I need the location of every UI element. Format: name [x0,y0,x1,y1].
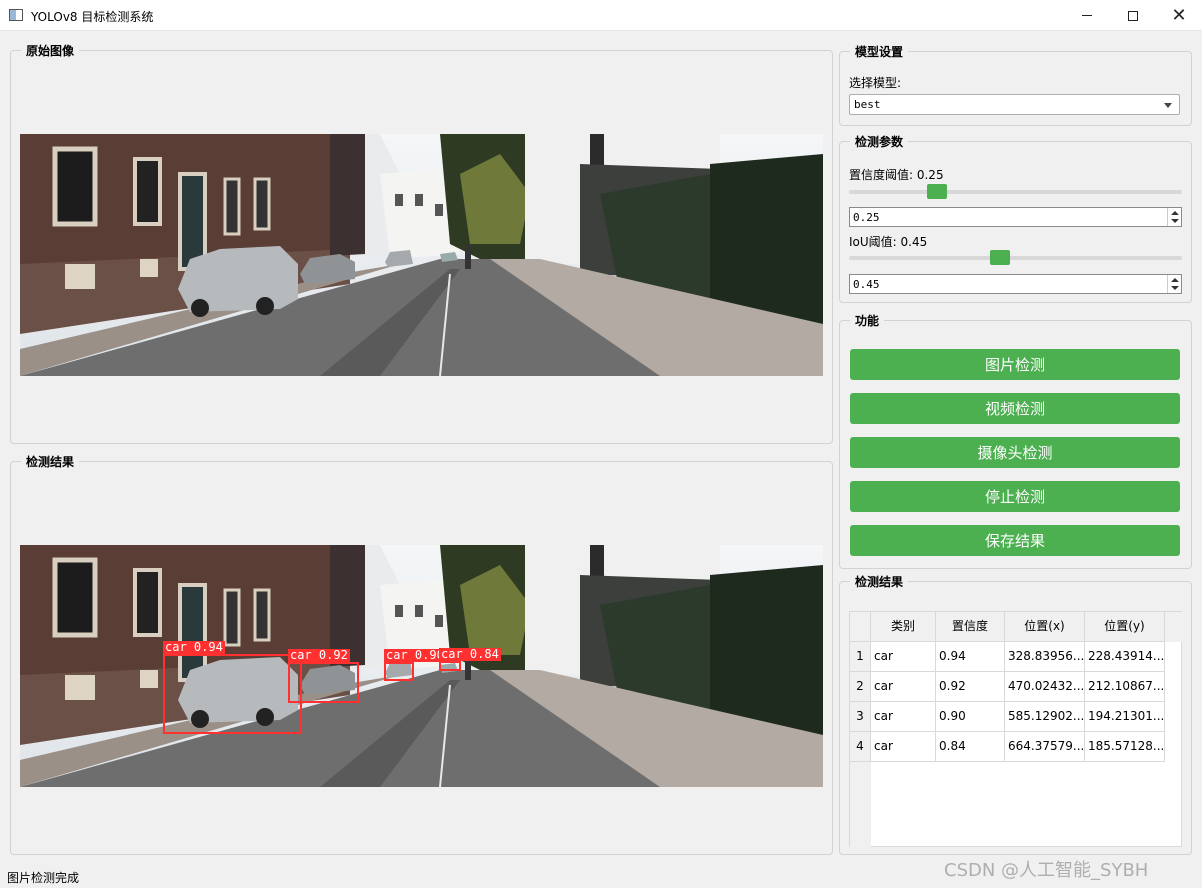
iou-label: IoU阈值: 0.45 [849,235,928,249]
detection-label-1: car 0.94 [163,640,225,654]
detection-box-1 [163,654,302,734]
status-bar-text: 图片检测完成 [7,871,80,885]
iou-value: 0.45 [853,278,880,291]
table-cell[interactable]: 0.92 [936,672,1005,702]
close-button[interactable]: ✕ [1156,0,1202,31]
result-image-title: 检测结果 [21,453,80,470]
table-cell[interactable]: 185.57128... [1085,732,1165,762]
select-model-label: 选择模型: [849,76,902,90]
results-table-title: 检测结果 [850,573,909,590]
confidence-spinbox[interactable]: 0.25 [849,207,1182,227]
video-detect-button[interactable]: 视频检测 [850,393,1180,424]
window-title: YOLOv8 目标检测系统 [31,10,154,24]
table-cell[interactable]: 194.21301... [1085,702,1165,732]
save-results-button[interactable]: 保存结果 [850,525,1180,556]
row-header[interactable]: 2 [850,672,871,702]
row-header[interactable]: 3 [850,702,871,732]
table-cell[interactable]: 585.12902... [1005,702,1085,732]
confidence-slider-handle[interactable] [927,184,948,199]
original-image [20,134,823,376]
result-image: car 0.94 car 0.92 car 0.90 car 0.84 [20,545,823,787]
table-cell[interactable]: 0.90 [936,702,1005,732]
table-cell[interactable]: car [871,732,936,762]
confidence-slider[interactable] [849,183,1182,201]
iou-slider[interactable] [849,249,1182,267]
model-settings-group: 模型设置 选择模型: best [839,43,1192,126]
image-detect-button[interactable]: 图片检测 [850,349,1180,380]
results-table-group: 检测结果 类别 置信度 位置(x) 位置(y) 1 car 0.94 328.8… [839,573,1192,855]
iou-spinbox[interactable]: 0.45 [849,274,1182,294]
maximize-button[interactable] [1110,0,1156,31]
functions-group: 功能 图片检测 视频检测 摄像头检测 停止检测 保存结果 [839,312,1192,569]
table-corner[interactable] [850,612,871,642]
table-cell[interactable]: car [871,702,936,732]
street-scene-result [20,545,823,787]
detection-label-4: car 0.84 [439,647,501,661]
spin-up-icon[interactable] [1171,278,1179,282]
table-cell[interactable]: 470.02432... [1005,672,1085,702]
table-cell[interactable]: 212.10867... [1085,672,1165,702]
table-cell[interactable]: car [871,642,936,672]
row-header[interactable]: 1 [850,642,871,672]
header-confidence[interactable]: 置信度 [936,612,1005,642]
original-image-group: 原始图像 [10,42,833,444]
camera-detect-button[interactable]: 摄像头检测 [850,437,1180,468]
detection-box-4 [439,661,461,671]
detection-params-group: 检测参数 置信度阈值: 0.25 0.25 IoU阈值: 0.45 0.45 [839,133,1192,303]
spin-up-icon[interactable] [1171,211,1179,215]
close-icon: ✕ [1171,4,1187,26]
row-header[interactable]: 4 [850,732,871,762]
stop-detect-button[interactable]: 停止检测 [850,481,1180,512]
table-cell[interactable]: 328.83956... [1005,642,1085,672]
model-select[interactable]: best [849,94,1180,115]
app-icon [9,9,23,21]
table-cell[interactable]: 228.43914... [1085,642,1165,672]
iou-slider-handle[interactable] [989,250,1010,265]
spin-down-icon[interactable] [1171,219,1179,223]
confidence-value: 0.25 [853,211,880,224]
table-cell[interactable]: 0.94 [936,642,1005,672]
original-image-title: 原始图像 [21,42,80,59]
result-image-group: 检测结果 car 0.94 car 0.92 car 0.90 car 0.84 [10,453,833,855]
detection-params-title: 检测参数 [850,133,909,150]
street-scene-original [20,134,823,376]
header-class[interactable]: 类别 [871,612,936,642]
table-cell[interactable]: 0.84 [936,732,1005,762]
model-select-value: best [854,98,881,111]
watermark: CSDN @人工智能_SYBH [944,860,1149,881]
table-cell[interactable]: 664.37579... [1005,732,1085,762]
results-table[interactable]: 类别 置信度 位置(x) 位置(y) 1 car 0.94 328.83956.… [849,611,1183,848]
minimize-button[interactable] [1064,0,1110,31]
header-position-x[interactable]: 位置(x) [1005,612,1085,642]
confidence-label: 置信度阈值: 0.25 [849,168,944,182]
maximize-icon [1128,10,1138,21]
model-settings-title: 模型设置 [850,43,909,60]
detection-label-3: car 0.90 [384,648,446,662]
minimize-icon [1082,15,1092,16]
detection-box-3 [384,662,414,681]
title-bar: YOLOv8 目标检测系统 ✕ [0,0,1202,31]
functions-title: 功能 [850,312,885,329]
spin-down-icon[interactable] [1171,286,1179,290]
detection-label-2: car 0.92 [288,648,350,662]
header-position-y[interactable]: 位置(y) [1085,612,1165,642]
table-cell[interactable]: car [871,672,936,702]
dropdown-arrow-icon [1164,103,1172,108]
detection-box-2 [288,662,359,703]
